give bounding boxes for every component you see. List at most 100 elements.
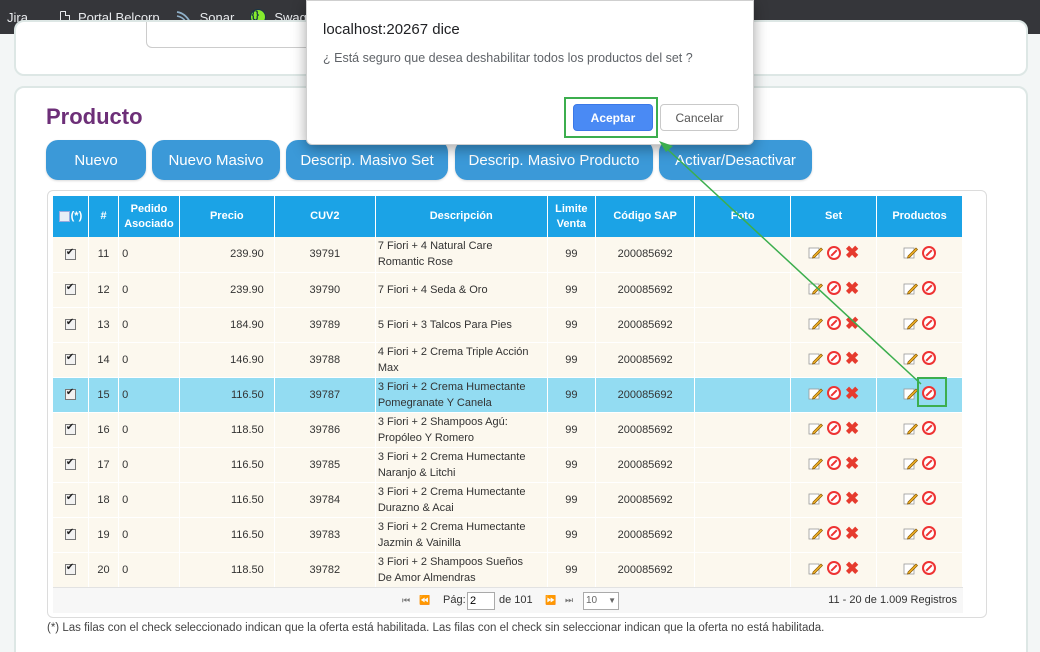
pencil-icon[interactable] — [903, 456, 919, 471]
disable-icon[interactable] — [826, 316, 841, 330]
table-row[interactable]: 190116.50397833 Fiori + 2 Crema Humectan… — [53, 517, 963, 553]
disable-products-icon[interactable] — [922, 456, 937, 470]
activar-desactivar-button[interactable]: Activar/Desactivar — [659, 140, 812, 180]
row-productos-actions — [876, 517, 963, 553]
pencil-icon[interactable] — [903, 245, 919, 260]
delete-icon[interactable]: ✖ — [845, 385, 860, 402]
table-row[interactable]: 120239.90397907 Fiori + 4 Seda & Oro9920… — [53, 272, 963, 308]
disable-products-icon[interactable] — [922, 351, 937, 365]
delete-icon[interactable]: ✖ — [845, 455, 860, 472]
delete-icon[interactable]: ✖ — [845, 350, 860, 367]
disable-products-icon[interactable] — [922, 526, 937, 540]
table-row[interactable]: 140146.90397884 Fiori + 2 Crema Triple A… — [53, 342, 963, 378]
pencil-icon[interactable] — [808, 526, 823, 541]
row-checkbox[interactable] — [64, 422, 76, 436]
disable-products-icon[interactable] — [922, 281, 937, 295]
disable-icon[interactable] — [826, 456, 841, 470]
header-productos[interactable]: Productos — [876, 196, 963, 237]
table-row[interactable]: 110239.90397917 Fiori + 4 Natural CareRo… — [53, 237, 963, 273]
pencil-icon[interactable] — [903, 526, 919, 541]
pencil-icon[interactable] — [808, 245, 823, 260]
next-page-button[interactable]: ⏩ — [545, 595, 556, 606]
page-input[interactable] — [467, 592, 495, 610]
prev-page-button[interactable]: ⏪ — [419, 595, 430, 606]
last-page-button[interactable]: ⏭ — [565, 595, 573, 606]
delete-icon[interactable]: ✖ — [845, 315, 860, 332]
pencil-icon[interactable] — [903, 421, 919, 436]
nuevo-button[interactable]: Nuevo — [46, 140, 146, 180]
row-precio: 239.90 — [179, 237, 275, 273]
pencil-icon[interactable] — [808, 351, 823, 366]
row-checkbox[interactable] — [64, 352, 76, 366]
pencil-icon[interactable] — [808, 281, 823, 296]
records-info: 11 - 20 de 1.009 Registros — [828, 594, 957, 606]
pencil-icon[interactable] — [903, 351, 919, 366]
disable-icon[interactable] — [826, 561, 841, 575]
disable-products-icon[interactable] — [922, 245, 937, 260]
table-row[interactable]: 180116.50397843 Fiori + 2 Crema Humectan… — [53, 482, 963, 518]
delete-icon[interactable]: ✖ — [845, 244, 860, 261]
disable-icon[interactable] — [826, 245, 841, 260]
disable-icon[interactable] — [826, 281, 841, 295]
disable-products-icon[interactable] — [922, 421, 937, 435]
table-row[interactable]: 170116.50397853 Fiori + 2 Crema Humectan… — [53, 447, 963, 483]
pencil-icon[interactable] — [903, 281, 919, 296]
row-checkbox[interactable] — [64, 282, 76, 296]
header-pedido[interactable]: Pedido Asociado — [118, 196, 180, 237]
pencil-icon[interactable] — [808, 421, 823, 436]
pencil-icon[interactable] — [903, 491, 919, 506]
row-checkbox[interactable] — [64, 527, 76, 541]
descrip-masivo-set-button[interactable]: Descrip. Masivo Set — [286, 140, 448, 180]
row-pedido: 0 — [118, 552, 180, 588]
header-foto[interactable]: Foto — [694, 196, 792, 237]
disable-icon[interactable] — [826, 421, 841, 435]
table-row[interactable]: 200118.50397823 Fiori + 2 Shampoos Sueño… — [53, 552, 963, 588]
table-row[interactable]: 160118.50397863 Fiori + 2 Shampoos Agú:P… — [53, 412, 963, 448]
row-checkbox[interactable] — [64, 492, 76, 506]
pencil-icon[interactable] — [808, 386, 823, 401]
grid-header-row: (*) # Pedido Asociado Precio CUV2 Descrip… — [53, 196, 963, 237]
delete-icon[interactable]: ✖ — [845, 280, 860, 297]
header-set[interactable]: Set — [790, 196, 878, 237]
header-cuv2[interactable]: CUV2 — [274, 196, 376, 237]
row-checkbox[interactable] — [64, 562, 76, 576]
pencil-icon[interactable] — [808, 491, 823, 506]
pencil-icon[interactable] — [808, 456, 823, 471]
delete-icon[interactable]: ✖ — [845, 525, 860, 542]
pencil-icon[interactable] — [808, 316, 823, 331]
row-descripcion: 3 Fiori + 2 Shampoos Sueños De Amor Almen… — [375, 552, 548, 588]
select-all-checkbox[interactable] — [58, 210, 70, 222]
row-checkbox[interactable] — [64, 387, 76, 401]
disable-icon[interactable] — [826, 386, 841, 400]
header-descripcion[interactable]: Descripción — [375, 196, 548, 237]
row-checkbox[interactable] — [64, 247, 76, 260]
row-checkbox[interactable] — [64, 457, 76, 471]
page-size-select[interactable]: 10 — [583, 592, 619, 610]
header-num[interactable]: # — [88, 196, 120, 237]
header-precio[interactable]: Precio — [179, 196, 275, 237]
disable-icon[interactable] — [826, 491, 841, 505]
table-row[interactable]: 150116.50397873 Fiori + 2 Crema Humectan… — [53, 377, 963, 413]
delete-icon[interactable]: ✖ — [845, 490, 860, 507]
descrip-masivo-producto-button[interactable]: Descrip. Masivo Producto — [455, 140, 653, 180]
disable-products-icon[interactable] — [922, 316, 937, 330]
pencil-icon[interactable] — [903, 561, 919, 576]
pencil-icon[interactable] — [808, 561, 823, 576]
delete-icon[interactable]: ✖ — [845, 420, 860, 437]
pencil-icon[interactable] — [903, 316, 919, 331]
cancel-button[interactable]: Cancelar — [660, 104, 739, 131]
disable-icon[interactable] — [826, 351, 841, 365]
disable-icon[interactable] — [826, 526, 841, 540]
table-row[interactable]: 130184.90397895 Fiori + 3 Talcos Para Pi… — [53, 307, 963, 343]
disable-products-icon[interactable] — [922, 491, 937, 505]
delete-icon[interactable]: ✖ — [845, 560, 860, 577]
disable-products-icon[interactable] — [922, 561, 937, 575]
row-precio: 116.50 — [179, 482, 275, 518]
nuevo-masivo-button[interactable]: Nuevo Masivo — [152, 140, 280, 180]
pencil-icon[interactable] — [903, 386, 919, 401]
first-page-button[interactable]: ⏮ — [402, 595, 410, 606]
header-check[interactable]: (*) — [53, 196, 89, 237]
header-limite[interactable]: Limite Venta — [547, 196, 597, 237]
header-sap[interactable]: Código SAP — [595, 196, 696, 237]
row-checkbox[interactable] — [64, 317, 76, 331]
